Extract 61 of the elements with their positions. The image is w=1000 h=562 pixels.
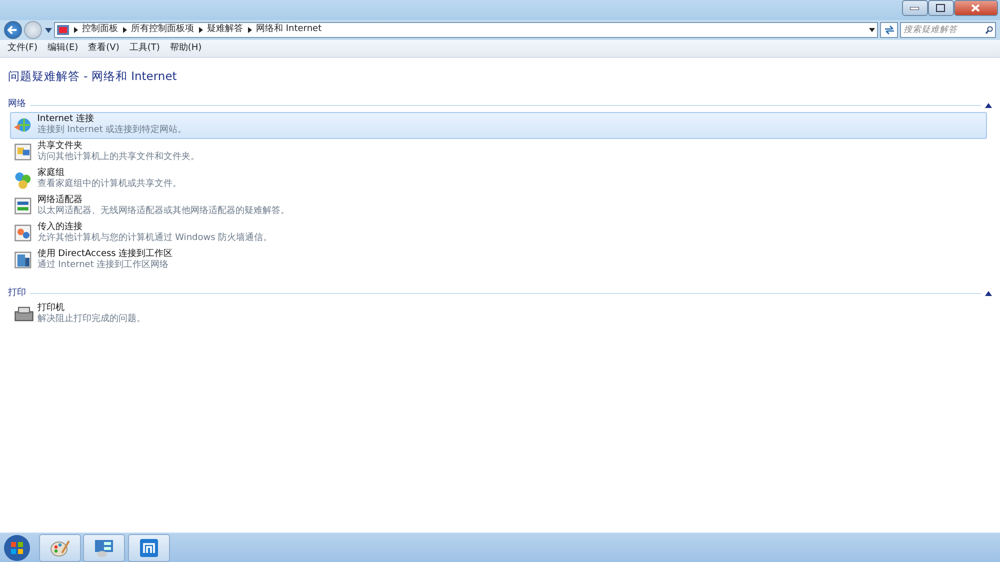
refresh-icon <box>884 25 894 35</box>
troubleshooter-item[interactable]: 使用 DirectAccess 连接到工作区 通过 Internet 连接到工作区网络 <box>10 246 987 274</box>
item-description: 允许其他计算机与您的计算机通过 Windows 防火墙通信。 <box>37 233 272 244</box>
item-description: 连接到 Internet 或连接到特定网站。 <box>37 125 187 136</box>
troubleshooter-item[interactable]: 传入的连接 允许其他计算机与您的计算机通过 Windows 防火墙通信。 <box>10 220 987 247</box>
troubleshooter-item[interactable]: 家庭组 查看家庭组中的计算机或共享文件。 <box>10 166 987 193</box>
dropdown-icon[interactable] <box>44 28 52 32</box>
troubleshooter-item[interactable]: 共享文件夹 访问其他计算机上的共享文件和文件夹。 <box>10 138 987 166</box>
troubleshooter-item[interactable]: 网络适配器 以太网适配器、无线网络适配器或其他网络适配器的疑难解答。 <box>10 192 987 220</box>
minimize-button[interactable] <box>902 0 928 16</box>
chevron-icon[interactable] <box>74 27 78 33</box>
item-description: 通过 Internet 连接到工作区网络 <box>37 260 170 272</box>
section-title: 打印 <box>8 286 26 300</box>
control-panel-app-button[interactable] <box>83 534 126 562</box>
item-description: 以太网适配器、无线网络适配器或其他网络适配器的疑难解答。 <box>37 206 290 218</box>
refresh-button[interactable] <box>880 22 898 38</box>
menu-item[interactable]: 查看(V) <box>83 42 124 56</box>
section-title: 网络 <box>8 98 26 112</box>
browser-icon <box>140 538 158 556</box>
chevron-icon[interactable] <box>248 27 252 33</box>
menu-item[interactable]: 文件(F) <box>2 42 42 56</box>
search-icon <box>984 26 993 34</box>
close-button[interactable] <box>954 0 998 16</box>
search-field[interactable]: 搜索疑难解答 <box>900 22 996 38</box>
control-panel-icon <box>57 25 69 35</box>
dropdown-icon[interactable] <box>868 28 875 32</box>
paint-app-button[interactable] <box>39 534 81 562</box>
address-bar[interactable]: 控制面板 所有控制面板项 疑难解答 网络和 Internet <box>54 22 878 38</box>
item-title: 家庭组 <box>37 168 66 178</box>
item-title: Internet 连接 <box>37 114 95 124</box>
chevron-icon[interactable] <box>198 27 202 33</box>
palette-icon <box>50 538 70 556</box>
item-title: 使用 DirectAccess 连接到工作区 <box>37 249 173 260</box>
page-title: 问题疑难解答 - 网络和 Internet <box>7 68 178 85</box>
item-title: 网络适配器 <box>37 195 84 206</box>
menu-item[interactable]: 工具(T) <box>124 42 165 56</box>
browser-app-button[interactable] <box>128 534 170 562</box>
troubleshooter-item[interactable]: 打印机 解决阻止打印完成的问题。 <box>10 300 987 328</box>
chevron-icon[interactable] <box>122 27 126 33</box>
breadcrumb-link[interactable]: 控制面板 <box>82 23 118 37</box>
breadcrumb-link[interactable]: 疑难解答 <box>207 23 243 37</box>
item-description: 访问其他计算机上的共享文件和文件夹。 <box>37 152 200 164</box>
back-button[interactable] <box>4 21 22 39</box>
item-title: 打印机 <box>37 302 66 314</box>
close-icon <box>971 4 980 12</box>
item-description: 查看家庭组中的计算机或共享文件。 <box>37 179 182 190</box>
item-title: 传入的连接 <box>37 222 84 232</box>
menu-item[interactable]: 编辑(E) <box>42 42 84 56</box>
item-title: 共享文件夹 <box>37 141 84 152</box>
menu-item[interactable]: 帮助(H) <box>164 42 207 56</box>
start-button[interactable] <box>2 532 32 562</box>
troubleshooter-item[interactable]: Internet 连接 连接到 Internet 或连接到特定网站。 <box>10 112 987 139</box>
monitor-icon <box>94 538 114 556</box>
breadcrumb-link[interactable]: 网络和 Internet <box>256 23 322 37</box>
breadcrumb-link[interactable]: 所有控制面板项 <box>131 23 194 37</box>
maximize-icon <box>936 4 946 12</box>
minimize-icon <box>910 6 920 10</box>
item-description: 解决阻止打印完成的问题。 <box>37 314 146 325</box>
collapse-icon[interactable] <box>985 102 992 108</box>
collapse-icon[interactable] <box>985 291 992 296</box>
maximize-button[interactable] <box>928 0 954 16</box>
